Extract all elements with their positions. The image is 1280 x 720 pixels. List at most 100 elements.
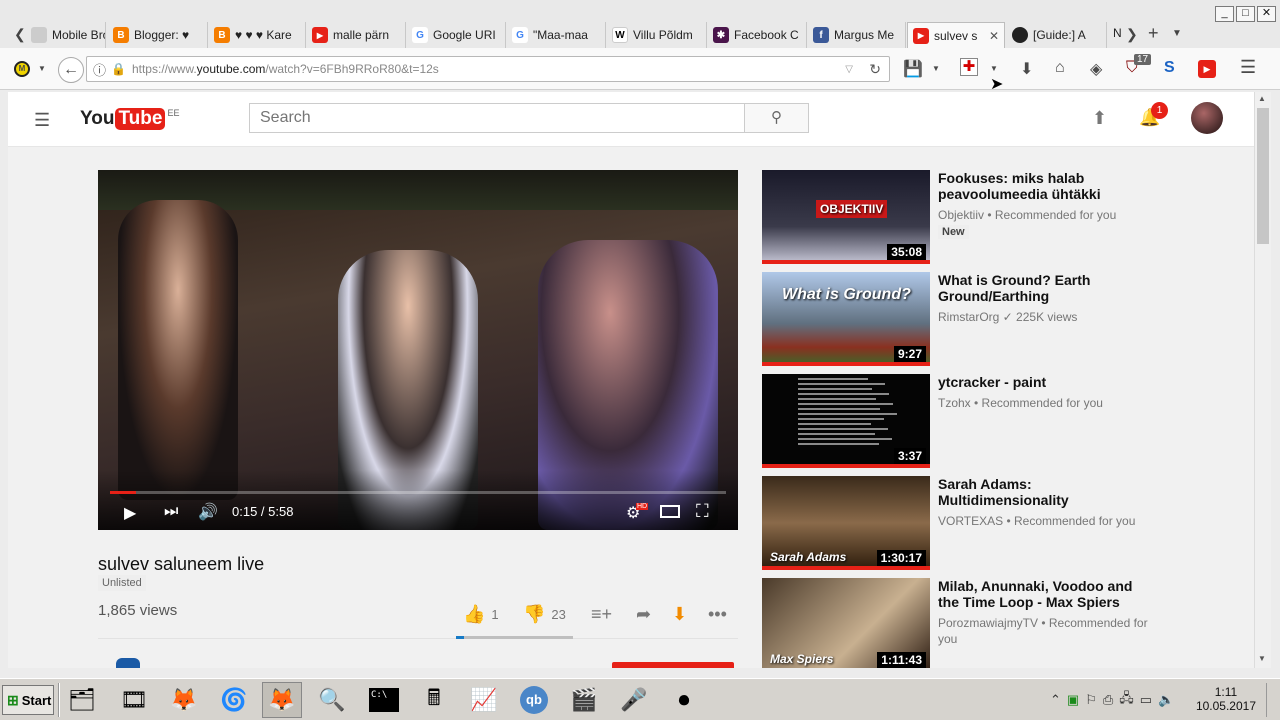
recommendation-title[interactable]: Fookuses: miks halab peavoolumeedia ühtä…	[938, 170, 1150, 202]
device-icon[interactable]: ⎙	[1103, 692, 1113, 708]
search-button[interactable]: ⚲	[744, 103, 809, 133]
progress-bar[interactable]	[110, 491, 726, 494]
media-player-icon[interactable]: 🎞	[114, 682, 154, 718]
tray-app-icon[interactable]: ▣	[1067, 692, 1079, 708]
youtube-extension-icon[interactable]: ▶	[1198, 60, 1216, 78]
terminal-icon[interactable]: C:\	[364, 682, 404, 718]
browser-tab[interactable]: ▶ sulvev s ✕	[907, 22, 1005, 48]
chevron-down-icon[interactable]: ▼	[932, 64, 940, 73]
browser-tab[interactable]: ▶ malle pärn	[307, 22, 406, 48]
video-editor-icon[interactable]: 🎬	[564, 682, 604, 718]
browser-tab[interactable]: [Guide:] A	[1007, 22, 1107, 48]
next-icon[interactable]: ⏭	[164, 503, 178, 521]
chevron-down-icon[interactable]: ▼	[990, 64, 998, 73]
recommendation-title[interactable]: ytcracker - paint	[938, 374, 1150, 390]
clock[interactable]: 1:11 10.05.2017	[1196, 685, 1256, 713]
youtube-logo[interactable]: You Tube EE	[80, 108, 179, 130]
first-aid-icon[interactable]: ✚	[960, 58, 978, 76]
pocket-icon[interactable]: ◈	[1090, 59, 1102, 79]
new-tab-button[interactable]: +	[1148, 23, 1159, 44]
qbittorrent-icon[interactable]: qb	[514, 682, 554, 718]
download-arrow-icon[interactable]: ⬇	[672, 604, 687, 625]
volume-tray-icon[interactable]: 🔈	[1158, 692, 1174, 708]
s-extension-icon[interactable]: S	[1164, 59, 1175, 77]
tab-list-dropdown-icon[interactable]: ▼	[1172, 28, 1182, 39]
url-bar[interactable]: ⓘ 🔒 https://www.youtube.com/watch?v=6FBh…	[86, 56, 890, 82]
start-button[interactable]: ⊞ Start	[2, 685, 54, 715]
browser-tab[interactable]: G Google URI	[407, 22, 506, 48]
browser-tab[interactable]: Mobile Bro	[26, 22, 106, 48]
page-scrollbar[interactable]: ▲ ▼	[1254, 92, 1271, 668]
url-text[interactable]: https://www.youtube.com/watch?v=6FBh9RRo…	[132, 62, 439, 76]
scroll-tabs-left-icon[interactable]: ❮	[14, 26, 26, 43]
add-to-playlist-icon[interactable]: ≡+	[591, 604, 612, 625]
url-dropdown-icon[interactable]: ▽	[845, 64, 853, 75]
file-manager-icon[interactable]: 🗂	[62, 682, 102, 718]
flag-icon[interactable]: ⚐	[1085, 692, 1097, 708]
fullscreen-icon[interactable]: ⛶	[696, 501, 709, 522]
microphone-icon[interactable]: 🎤	[614, 682, 654, 718]
download-icon[interactable]: ⬇	[1020, 59, 1033, 79]
browser-tab[interactable]: B Blogger: ♥	[108, 22, 208, 48]
close-window-button[interactable]: ✕	[1257, 6, 1276, 22]
channel-avatar[interactable]	[116, 658, 140, 668]
subscribe-button[interactable]	[612, 662, 734, 668]
browser-tab[interactable]: ✱ Facebook C	[708, 22, 807, 48]
browser-tab[interactable]: G "Maa-maa	[507, 22, 606, 48]
play-icon[interactable]: ▶	[124, 503, 136, 523]
chevron-down-icon[interactable]: ▼	[38, 64, 46, 73]
scroll-up-icon[interactable]: ▲	[1258, 94, 1266, 103]
like-button[interactable]: 👍 1	[463, 604, 499, 625]
close-tab-icon[interactable]: ✕	[989, 29, 999, 43]
show-desktop-button[interactable]	[1266, 683, 1278, 717]
battery-icon[interactable]: ▭	[1140, 692, 1152, 708]
guide-menu-icon[interactable]: ☰	[34, 110, 50, 131]
scroll-down-icon[interactable]: ▼	[1258, 654, 1266, 663]
info-icon[interactable]: ⓘ	[93, 60, 106, 79]
browser-tab[interactable]: f Margus Me	[808, 22, 906, 48]
scrollbar-thumb[interactable]	[1257, 108, 1269, 244]
theater-mode-icon[interactable]	[660, 505, 680, 518]
thunderbird-icon[interactable]: 🌀	[214, 682, 254, 718]
recommendation-title[interactable]: Sarah Adams: Multidimensionality	[938, 476, 1150, 508]
browser-tab[interactable]: B ♥ ♥ ♥ Kare	[209, 22, 306, 48]
browser-tab[interactable]: W Villu Põldm	[607, 22, 707, 48]
menu-circle-icon[interactable]: M	[14, 61, 30, 77]
recommendation-item[interactable]: What is Ground? 9:27 What is Ground? Earth…	[762, 272, 1152, 366]
save-icon[interactable]: 💾	[903, 59, 923, 79]
video-thumbnail[interactable]: 3:37	[762, 374, 930, 468]
video-thumbnail[interactable]: OBJEKTIIV 35:08	[762, 170, 930, 264]
upload-icon[interactable]: ⬆	[1092, 108, 1107, 129]
magnifier-icon[interactable]: 🔍	[312, 682, 352, 718]
firefox-icon[interactable]: 🦊	[164, 682, 204, 718]
video-thumbnail[interactable]: Sarah Adams 1:30:17	[762, 476, 930, 570]
more-actions-icon[interactable]: •••	[708, 604, 727, 625]
video-thumbnail[interactable]: What is Ground? 9:27	[762, 272, 930, 366]
recommendation-item[interactable]: Max Spiers 1:11:43 Milab, Anunnaki, Voodoo…	[762, 578, 1152, 668]
tray-expand-icon[interactable]: ⌃	[1050, 692, 1061, 708]
recommendation-title[interactable]: Milab, Anunnaki, Voodoo and the Time Loo…	[938, 578, 1150, 610]
share-icon[interactable]: ➦	[636, 604, 651, 625]
recommendation-item[interactable]: Sarah Adams 1:30:17 Sarah Adams: Multidime…	[762, 476, 1152, 570]
screen-recorder-icon[interactable]: ⏺	[664, 682, 704, 718]
volume-icon[interactable]: 🔊	[198, 502, 218, 522]
avatar[interactable]	[1191, 102, 1223, 134]
video-player[interactable]: ▶ ⏭ 🔊 0:15 / 5:58 ⚙ HD ⛶	[98, 170, 738, 530]
recommendation-item[interactable]: OBJEKTIIV 35:08 Fookuses: miks halab peavo…	[762, 170, 1152, 264]
maximize-button[interactable]: □	[1236, 6, 1255, 22]
firefox-active-icon[interactable]: 🦊	[262, 682, 302, 718]
recommendation-item[interactable]: 3:37 ytcracker - paint Tzohx • Recommended…	[762, 374, 1152, 468]
chart-editor-icon[interactable]: 📈	[464, 682, 504, 718]
calculator-icon[interactable]: 🖩	[414, 682, 454, 718]
network-icon[interactable]: 🖧	[1119, 689, 1134, 711]
home-icon[interactable]: ⌂	[1055, 59, 1065, 77]
dislike-button[interactable]: 👎 23	[523, 604, 566, 625]
video-thumbnail[interactable]: Max Spiers 1:11:43	[762, 578, 930, 668]
search-input[interactable]	[249, 103, 745, 133]
reload-icon[interactable]: ↻	[869, 61, 881, 78]
minimize-button[interactable]: _	[1215, 6, 1234, 22]
back-button[interactable]: ←	[58, 57, 84, 83]
recommendation-title[interactable]: What is Ground? Earth Ground/Earthing	[938, 272, 1150, 304]
hamburger-menu-icon[interactable]: ☰	[1240, 57, 1256, 78]
scroll-tabs-right-icon[interactable]: ❯	[1126, 26, 1138, 43]
